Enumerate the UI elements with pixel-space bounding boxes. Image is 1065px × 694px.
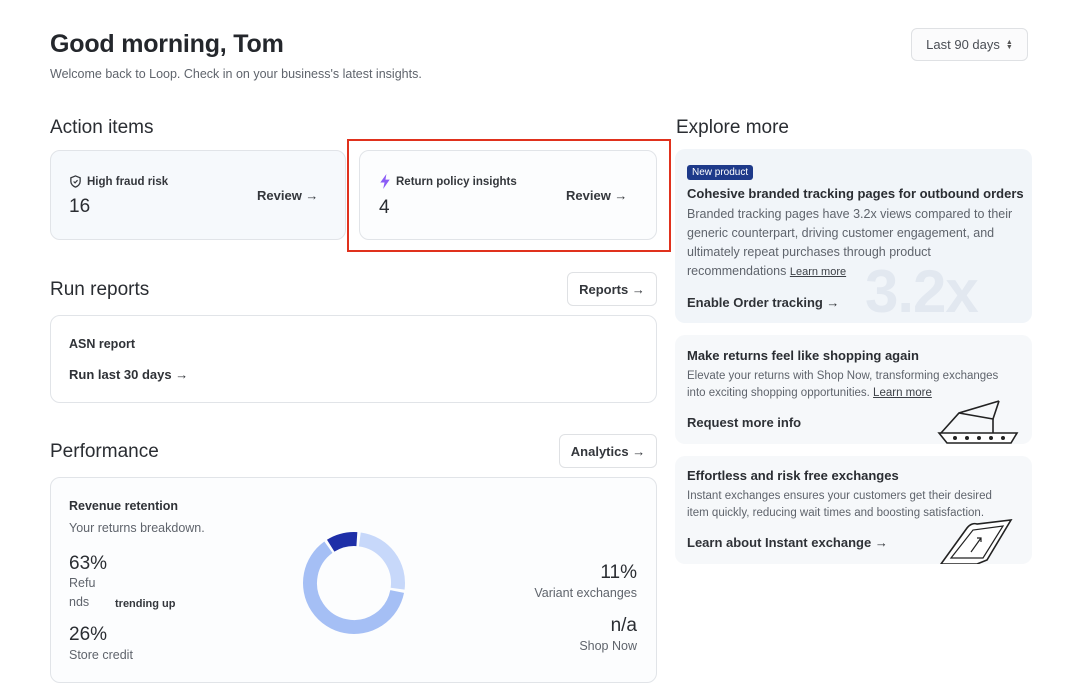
donut-slice-variant-exchanges xyxy=(303,532,405,634)
page-subtitle: Welcome back to Loop. Check in on your b… xyxy=(50,67,422,81)
asn-report-card: ASN report Run last 30 days → xyxy=(50,315,657,403)
date-range-value: Last 90 days xyxy=(926,37,1000,52)
variant-label: Variant exchanges xyxy=(534,586,637,600)
learn-instant-exchange-link[interactable]: Learn about Instant exchange → xyxy=(687,535,888,550)
action-card-fraud[interactable]: High fraud risk 16 Review → xyxy=(50,150,346,240)
run-reports-title: Run reports xyxy=(50,279,150,300)
shop-now-label: Shop Now xyxy=(579,639,637,653)
learn-more-link[interactable]: Learn more xyxy=(790,266,846,278)
highlight-box xyxy=(347,139,671,252)
refunds-label-line1: Refu xyxy=(69,576,96,590)
review-fraud-button[interactable]: Review → xyxy=(257,188,318,203)
performance-title: Performance xyxy=(50,441,159,462)
reports-button[interactable]: Reports → xyxy=(567,272,657,306)
variant-percent: 11% xyxy=(600,562,637,583)
card-subtitle: Your returns breakdown. xyxy=(69,521,205,535)
explore-card-shop-now: Make returns feel like shopping again El… xyxy=(675,335,1032,444)
analytics-button[interactable]: Analytics → xyxy=(559,434,657,468)
shield-icon xyxy=(70,175,81,188)
shop-now-value: n/a xyxy=(610,615,637,636)
action-items-title: Action items xyxy=(50,117,154,138)
action-card-label: High fraud risk xyxy=(87,175,169,188)
store-credit-percent: 26% xyxy=(69,624,108,645)
explore-card-instant-exchange: Effortless and risk free exchanges Insta… xyxy=(675,456,1032,564)
refunds-label-line2: nds xyxy=(69,595,90,609)
explore-card-title: Effortless and risk free exchanges xyxy=(687,468,899,483)
explore-card-tracking: 3.2x New product Cohesive branded tracki… xyxy=(675,149,1032,323)
shopping-basket-icon xyxy=(937,400,1019,444)
page-title: Good morning, Tom xyxy=(50,30,284,58)
explore-card-body: Branded tracking pages have 3.2x views c… xyxy=(687,207,1013,278)
new-product-badge: New product xyxy=(687,165,754,180)
trend-label: trending up xyxy=(115,598,176,610)
explore-more-title: Explore more xyxy=(676,117,789,138)
action-card-count: 16 xyxy=(69,196,91,217)
card-title: Revenue retention xyxy=(69,499,179,513)
retention-donut-chart xyxy=(303,532,405,634)
phone-exchange-icon xyxy=(940,519,1013,564)
explore-card-title: Make returns feel like shopping again xyxy=(687,348,919,363)
explore-card-body: Instant exchanges ensures your customers… xyxy=(687,490,992,519)
date-range-select[interactable]: Last 90 days ▲ ▼ xyxy=(911,28,1028,61)
learn-more-link[interactable]: Learn more xyxy=(873,387,932,399)
run-last-30-days-link[interactable]: Run last 30 days → xyxy=(69,367,188,382)
refunds-percent: 63% xyxy=(69,553,108,574)
revenue-retention-card: Revenue retention Your returns breakdown… xyxy=(50,477,657,683)
chevron-updown-icon: ▲ ▼ xyxy=(1005,38,1013,51)
store-credit-label: Store credit xyxy=(69,648,133,662)
request-more-info-link[interactable]: Request more info xyxy=(687,415,801,430)
donut-slice-refunds xyxy=(303,532,405,634)
explore-card-title: Cohesive branded tracking pages for outb… xyxy=(687,186,1024,201)
enable-order-tracking-link[interactable]: Enable Order tracking → xyxy=(687,295,839,310)
report-name: ASN report xyxy=(69,337,135,351)
